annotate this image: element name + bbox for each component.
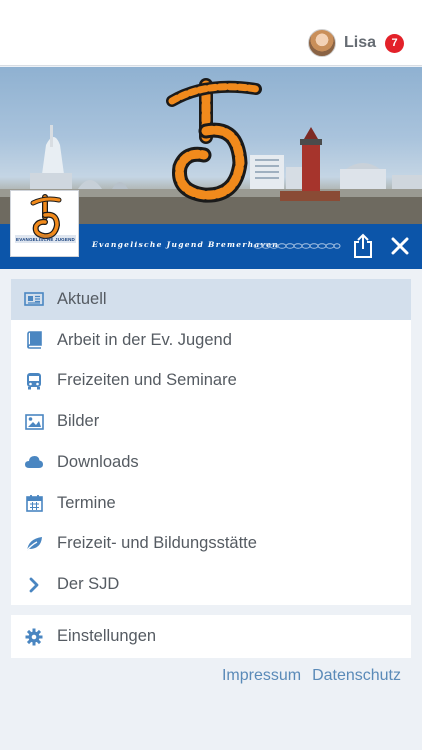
share-icon xyxy=(354,233,372,258)
leaf-icon xyxy=(24,534,44,554)
cloud-icon xyxy=(24,452,44,472)
menu-item-termine[interactable]: Termine xyxy=(11,483,411,524)
datenschutz-link[interactable]: Datenschutz xyxy=(312,667,401,685)
menu-label: Termine xyxy=(57,493,116,512)
menu-label: Aktuell xyxy=(57,289,107,308)
top-bar: Lisa 7 xyxy=(0,0,422,66)
logo-text: EVANGELISCHE JUGEND xyxy=(16,237,75,242)
menu-item-freizeiten[interactable]: Freizeiten und Seminare xyxy=(11,361,411,402)
user-profile[interactable]: Lisa 7 xyxy=(307,28,404,58)
close-icon xyxy=(391,237,409,255)
image-icon xyxy=(24,412,44,432)
menu-label: Freizeit- und Bildungsstätte xyxy=(57,534,257,553)
menu-label: Arbeit in der Ev. Jugend xyxy=(57,330,232,349)
menu-label: Der SJD xyxy=(57,575,120,594)
settings-label: Einstellungen xyxy=(57,627,157,645)
close-button[interactable] xyxy=(386,232,414,260)
logo-emblem xyxy=(15,194,76,243)
user-name[interactable]: Lisa xyxy=(344,34,376,52)
menu-label: Bilder xyxy=(57,412,100,431)
settings-menu-item[interactable]: Einstellungen xyxy=(11,615,411,658)
user-avatar[interactable] xyxy=(307,29,336,57)
navigation-menu: Aktuell Arbeit in der Ev. Jugend Freizei… xyxy=(11,279,411,605)
emblem-graphic xyxy=(166,78,262,203)
organization-title: Evangelische Jugend Bremerhaven xyxy=(92,240,279,249)
bus-icon xyxy=(24,371,44,391)
menu-item-aktuell[interactable]: Aktuell xyxy=(11,279,411,320)
menu-item-bilder[interactable]: Bilder xyxy=(11,401,411,442)
menu-item-freizeit-bildungsstaette[interactable]: Freizeit- und Bildungsstätte xyxy=(11,524,411,565)
book-icon xyxy=(24,330,44,350)
newspaper-icon xyxy=(24,289,44,309)
menu-item-downloads[interactable]: Downloads xyxy=(11,442,411,483)
menu-label: Freizeiten und Seminare xyxy=(57,371,237,390)
notification-badge[interactable]: 7 xyxy=(385,33,404,53)
organization-logo[interactable]: EVANGELISCHE JUGEND xyxy=(10,190,79,257)
share-button[interactable] xyxy=(348,230,378,262)
menu-item-der-sjd[interactable]: Der SJD xyxy=(11,564,411,605)
menu-item-arbeit[interactable]: Arbeit in der Ev. Jugend xyxy=(11,320,411,361)
chevron-right-icon xyxy=(24,575,44,595)
impressum-link[interactable]: Impressum xyxy=(222,667,301,685)
calendar-icon xyxy=(24,493,44,513)
gear-icon xyxy=(24,627,44,647)
menu-label: Downloads xyxy=(57,452,139,471)
chain-decoration xyxy=(253,243,341,249)
footer-links: Impressum Datenschutz xyxy=(222,667,401,685)
